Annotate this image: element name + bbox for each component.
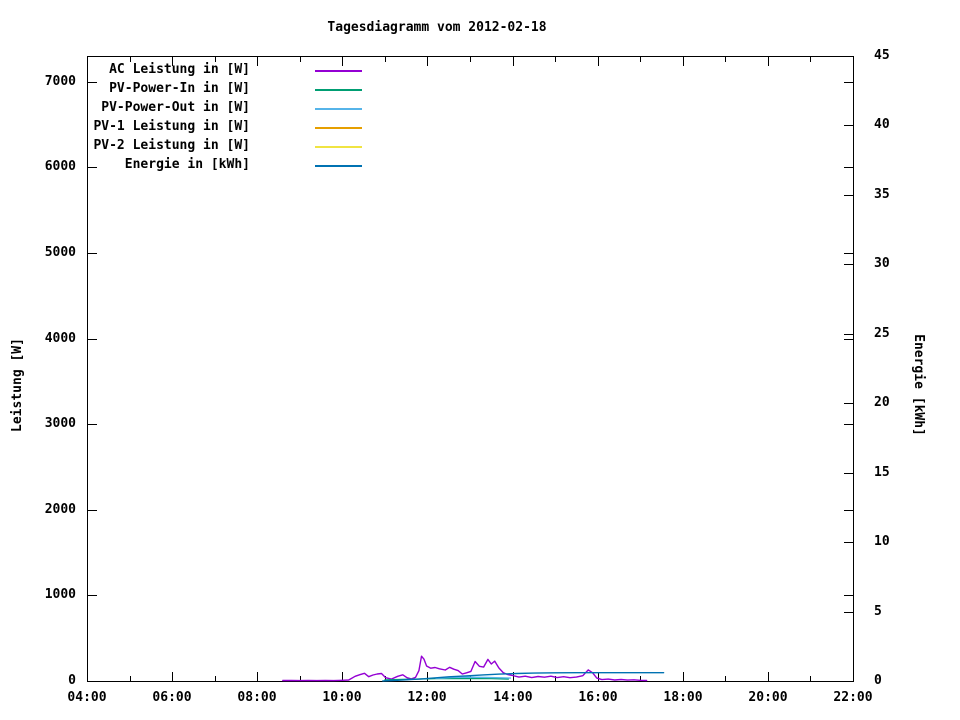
y-right-tick-label: 10 — [874, 534, 890, 549]
y-right-tick-label: 30 — [874, 256, 890, 271]
legend-label-0: AC Leistung in [W] — [109, 62, 250, 77]
y-left-tick-label: 3000 — [44, 416, 76, 431]
y-right-tick-label: 5 — [874, 604, 882, 619]
y-left-tick-label: 2000 — [44, 502, 76, 517]
x-tick-label: 18:00 — [663, 690, 703, 705]
x-tick-label: 04:00 — [67, 690, 107, 705]
y-right-tick-label: 25 — [874, 326, 890, 341]
legend-label-5: Energie in [kWh] — [124, 157, 250, 172]
x-tick-label: 10:00 — [322, 690, 362, 705]
legend-label-3: PV-1 Leistung in [W] — [93, 119, 250, 134]
x-tick-label: 16:00 — [578, 690, 618, 705]
legend-line-sample-3 — [315, 127, 362, 129]
x-tick-label: 22:00 — [833, 690, 873, 705]
legend-line-sample-1 — [315, 89, 362, 91]
x-tick-label: 06:00 — [152, 690, 192, 705]
y-right-tick-label: 0 — [874, 673, 882, 688]
legend-line-sample-2 — [315, 108, 362, 110]
y-left-tick-label: 1000 — [44, 587, 76, 602]
y-left-tick-label: 0 — [68, 673, 76, 688]
y-right-tick-label: 15 — [874, 465, 890, 480]
legend-line-sample-0 — [315, 70, 362, 72]
chart-canvas: Tagesdiagramm vom 2012-02-18 Leistung [W… — [0, 0, 960, 720]
y-right-tick-label: 20 — [874, 395, 890, 410]
x-tick-label: 12:00 — [407, 690, 447, 705]
y-right-tick-label: 40 — [874, 117, 890, 132]
legend-label-2: PV-Power-Out in [W] — [101, 100, 250, 115]
y-left-tick-label: 4000 — [44, 331, 76, 346]
legend-line-sample-4 — [315, 146, 362, 148]
x-tick-label: 14:00 — [493, 690, 533, 705]
legend-label-1: PV-Power-In in [W] — [109, 81, 250, 96]
y-right-tick-label: 35 — [874, 187, 890, 202]
y-left-tick-label: 5000 — [44, 245, 76, 260]
y-right-tick-label: 45 — [874, 48, 890, 63]
legend-label-4: PV-2 Leistung in [W] — [93, 138, 250, 153]
x-tick-label: 08:00 — [237, 690, 277, 705]
legend-line-sample-5 — [315, 165, 362, 167]
x-tick-label: 20:00 — [748, 690, 788, 705]
